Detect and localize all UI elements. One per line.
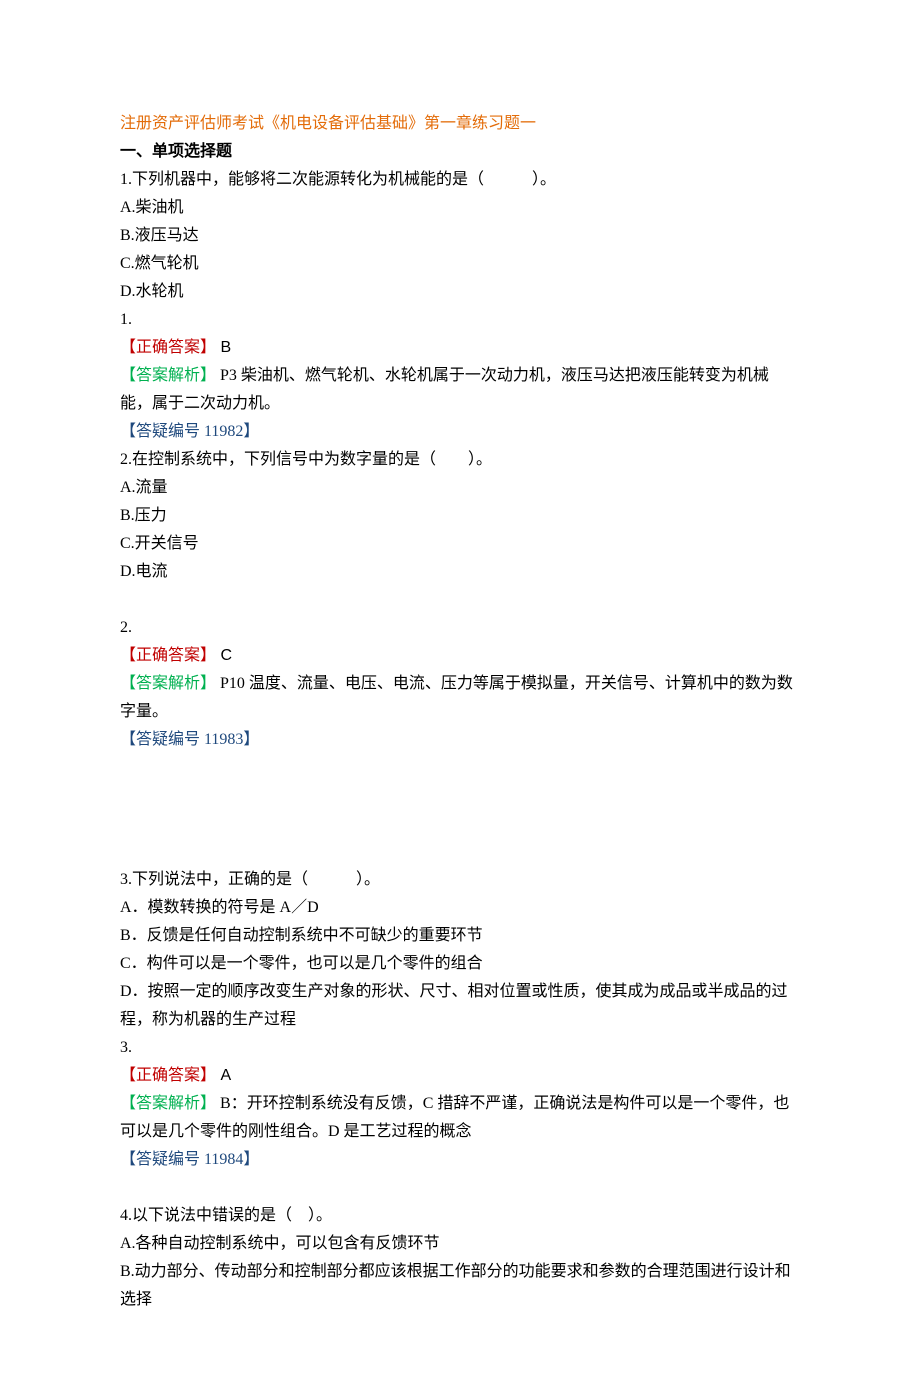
q3-stem: 3.下列说法中，正确的是（ ）。: [120, 866, 800, 894]
q1-analysis: 【答案解析】 P3 柴油机、燃气轮机、水轮机属于一次动力机，液压马达把液压能转变…: [120, 362, 800, 418]
q1-correct-label: 【正确答案】: [120, 339, 216, 356]
q1-option-d: D.水轮机: [120, 278, 800, 306]
q3-analysis: 【答案解析】 B：开环控制系统没有反馈，C 措辞不严谨，正确说法是构件可以是一个…: [120, 1090, 800, 1146]
q1-analysis-label: 【答案解析】: [120, 367, 216, 384]
section-heading: 一、单项选择题: [120, 138, 800, 166]
q2-option-b: B.压力: [120, 502, 800, 530]
q3-analysis-text: B：开环控制系统没有反馈，C 措辞不严谨，正确说法是构件可以是一个零件，也可以是…: [120, 1095, 789, 1140]
q2-option-c: C.开关信号: [120, 530, 800, 558]
q2-num: 2.: [120, 614, 800, 642]
spacer-2: [120, 1174, 800, 1202]
q3-option-d: D．按照一定的顺序改变生产对象的形状、尺寸、相对位置或性质，使其成为成品或半成品…: [120, 978, 800, 1034]
q3-option-b: B．反馈是任何自动控制系统中不可缺少的重要环节: [120, 922, 800, 950]
q3-qa-number: 【答疑编号 11984】: [120, 1146, 800, 1174]
q4-option-b: B.动力部分、传动部分和控制部分都应该根据工作部分的功能要求和参数的合理范围进行…: [120, 1258, 800, 1314]
q1-option-b: B.液压马达: [120, 222, 800, 250]
q1-qa-number: 【答疑编号 11982】: [120, 418, 800, 446]
q2-analysis-label: 【答案解析】: [120, 675, 216, 692]
q3-correct-label: 【正确答案】: [120, 1067, 216, 1084]
q3-correct: 【正确答案】 A: [120, 1062, 800, 1090]
doc-title: 注册资产评估师考试《机电设备评估基础》第一章练习题一: [120, 110, 800, 138]
q2-qa-number: 【答疑编号 11983】: [120, 726, 800, 754]
q3-option-c: C．构件可以是一个零件，也可以是几个零件的组合: [120, 950, 800, 978]
q1-stem: 1.下列机器中，能够将二次能源转化为机械能的是（ ）。: [120, 166, 800, 194]
q1-num: 1.: [120, 306, 800, 334]
q1-correct-value: B: [216, 339, 231, 356]
q2-option-d: D.电流: [120, 558, 800, 586]
q2-analysis-text: P10 温度、流量、电压、电流、压力等属于模拟量，开关信号、计算机中的数为数字量…: [120, 675, 793, 720]
q1-correct: 【正确答案】 B: [120, 334, 800, 362]
q1-option-c: C.燃气轮机: [120, 250, 800, 278]
q3-num: 3.: [120, 1034, 800, 1062]
q4-option-a: A.各种自动控制系统中，可以包含有反馈环节: [120, 1230, 800, 1258]
q3-analysis-label: 【答案解析】: [120, 1095, 216, 1112]
q4-stem: 4.以下说法中错误的是（ ）。: [120, 1202, 800, 1230]
q1-option-a: A.柴油机: [120, 194, 800, 222]
q2-correct-value: C: [216, 647, 232, 664]
q3-option-a: A．模数转换的符号是 A／D: [120, 894, 800, 922]
q2-correct: 【正确答案】 C: [120, 642, 800, 670]
q2-analysis: 【答案解析】 P10 温度、流量、电压、电流、压力等属于模拟量，开关信号、计算机…: [120, 670, 800, 726]
spacer: [120, 586, 800, 614]
q2-option-a: A.流量: [120, 474, 800, 502]
q2-correct-label: 【正确答案】: [120, 647, 216, 664]
q1-analysis-text: P3 柴油机、燃气轮机、水轮机属于一次动力机，液压马达把液压能转变为机械能，属于…: [120, 367, 769, 412]
q2-stem: 2.在控制系统中，下列信号中为数字量的是（ ）。: [120, 446, 800, 474]
spacer-large: [120, 754, 800, 866]
q3-correct-value: A: [216, 1067, 231, 1084]
